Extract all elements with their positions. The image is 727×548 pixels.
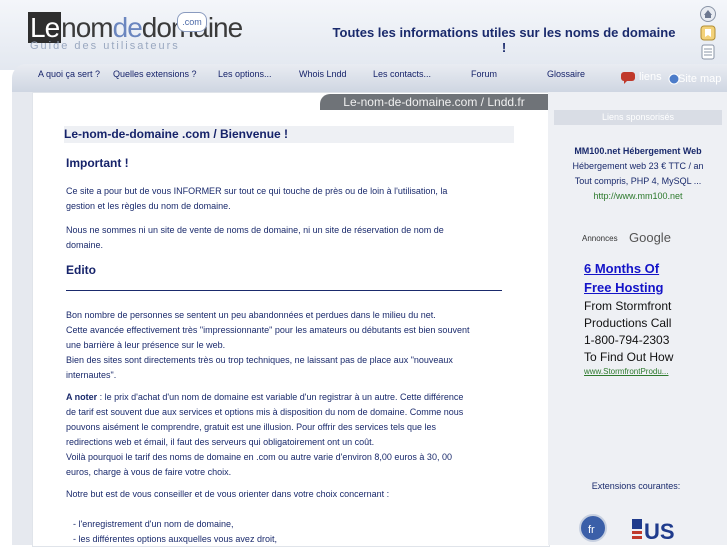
list-item: - l'enregistrement d'un nom de domaine, <box>73 519 234 529</box>
fr-extension-icon[interactable]: fr <box>579 514 607 542</box>
nav-item-glossaire[interactable]: Glossaire <box>547 69 585 79</box>
paragraph-edito: Bon nombre de personnes se sentent un pe… <box>66 310 470 380</box>
nav-item-extensions[interactable]: Quelles extensions ? <box>113 69 197 79</box>
sitemap-link[interactable]: Site map <box>678 73 721 85</box>
divider <box>66 290 502 291</box>
extensions-label: Extensions courantes: <box>591 481 681 491</box>
nav-item-a-quoi-ca-sert[interactable]: A quoi ça sert ? <box>38 69 100 79</box>
paragraph-goal: Notre but est de vous conseiller et de v… <box>66 489 390 499</box>
ad-text: Hébergement web 23 € TTC / an <box>572 161 704 171</box>
sponsored-header: Liens sponsorisés <box>554 110 722 125</box>
site-logo[interactable]: Lenomdedomaine <box>28 12 243 43</box>
ad-url-mm100[interactable]: http://www.mm100.net <box>554 191 722 201</box>
svg-text:US: US <box>644 519 675 543</box>
tagline: Guide des utilisateurs <box>30 40 180 52</box>
ad-title-stormfront[interactable]: 6 Months Of Free Hosting <box>584 259 663 297</box>
page-title: Le-nom-de-domaine .com / Bienvenue ! <box>64 126 514 143</box>
list-item: - les différentes options auxquelles vou… <box>73 534 277 544</box>
home-icon[interactable] <box>700 6 716 22</box>
google-logo[interactable]: Google <box>629 230 671 245</box>
logo-bubble: .com <box>177 12 207 32</box>
ad-text: 1-800-794-2303 <box>584 333 670 347</box>
ad-text: From Stormfront <box>584 299 672 313</box>
nav-item-whois[interactable]: Whois Lndd <box>299 69 347 79</box>
page-headline: Toutes les informations utiles sur les n… <box>332 25 676 55</box>
ad-title-mm100[interactable]: MM100.net Hébergement Web <box>554 146 722 156</box>
paragraph-intro: Ce site a pour but de vous INFORMER sur … <box>66 186 448 211</box>
page-icon[interactable] <box>700 44 716 60</box>
us-extension-icon[interactable]: US <box>632 517 690 544</box>
links-link[interactable]: liens <box>639 71 662 83</box>
paragraph-not-seller: Nous ne sommes ni un site de vente de no… <box>66 225 444 250</box>
svg-text:fr: fr <box>588 524 595 536</box>
ad-text: Productions Call <box>584 316 672 330</box>
nav-item-contacts[interactable]: Les contacts... <box>373 69 431 79</box>
left-gutter <box>12 92 32 545</box>
nav-item-forum[interactable]: Forum <box>471 69 497 79</box>
ad-text: To Find Out How <box>584 350 674 364</box>
important-heading: Important ! <box>66 156 129 170</box>
chat-icon[interactable] <box>620 71 636 85</box>
ad-url-stormfront[interactable]: www.StormfrontProdu... <box>584 367 668 376</box>
paragraph-a-noter: A noter : le prix d'achat d'un nom de do… <box>66 392 464 477</box>
bookmark-icon[interactable] <box>700 25 716 41</box>
nav-item-options[interactable]: Les options... <box>218 69 272 79</box>
edito-heading: Edito <box>66 263 96 277</box>
annonces-label: Annonces <box>582 234 618 243</box>
domain-tab: Le-nom-de-domaine.com / Lndd.fr <box>320 94 548 110</box>
ad-text: Tout compris, PHP 4, MySQL ... <box>574 176 702 186</box>
